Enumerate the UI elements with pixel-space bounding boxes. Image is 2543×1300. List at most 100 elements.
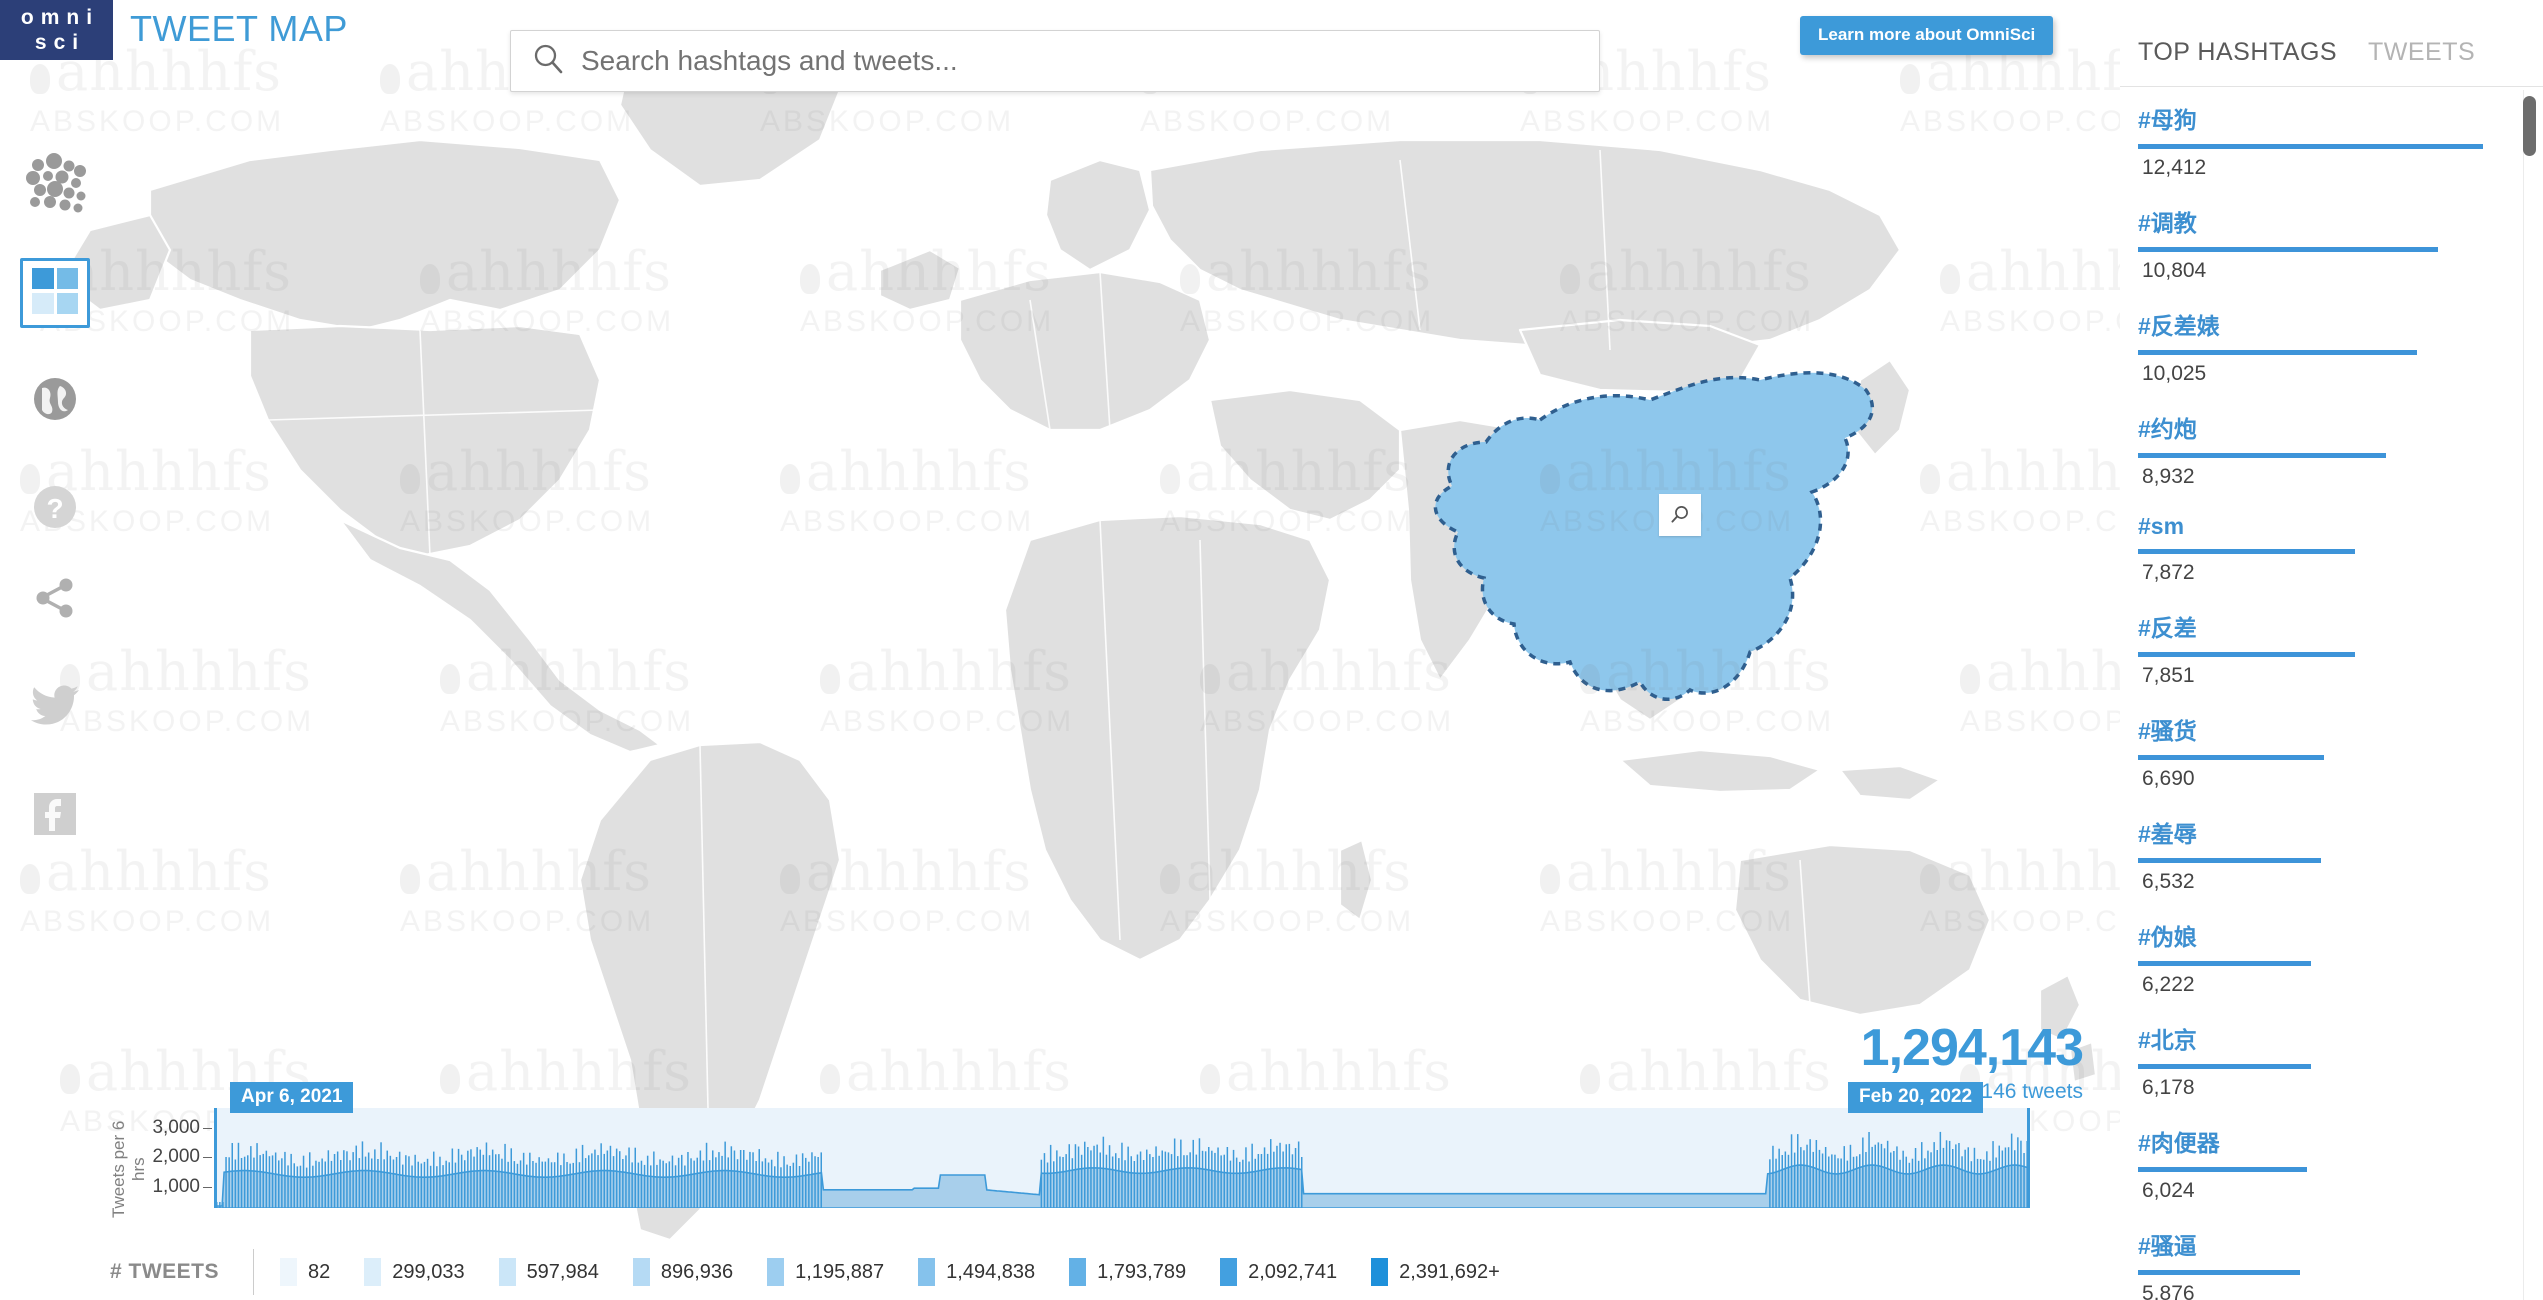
share-icon: [31, 574, 79, 627]
legend-label: 2,391,692+: [1399, 1260, 1500, 1283]
legend-item[interactable]: 2,092,741: [1220, 1258, 1337, 1286]
hashtag-row[interactable]: #羞辱 6,532: [2120, 815, 2543, 894]
search-icon: [531, 42, 565, 81]
hashtag-value: 6,024: [2142, 1179, 2195, 1202]
legend-swatch: [280, 1258, 298, 1286]
sidebar-item-point-map[interactable]: [20, 150, 90, 220]
share-button[interactable]: [25, 570, 85, 630]
sidebar-item-help[interactable]: ?: [20, 474, 90, 544]
tab-top-hashtags[interactable]: TOP HASHTAGS: [2138, 38, 2337, 67]
hashtag-row[interactable]: #约炮 8,932: [2120, 410, 2543, 489]
hashtag-bar-track: [2138, 1270, 2483, 1275]
search-bar[interactable]: [510, 30, 1600, 92]
timeline-start-date[interactable]: Apr 6, 2021: [230, 1082, 354, 1113]
legend-title: # TWEETS: [110, 1249, 255, 1295]
legend-label: 1,793,789: [1097, 1260, 1187, 1283]
hashtag-bar-track: [2138, 1064, 2483, 1069]
hashtag-bar: [2138, 1064, 2311, 1069]
right-panel: TOP HASHTAGS TWEETS #母狗 12,412 #调教 10,804 #反…: [2120, 0, 2543, 1300]
help-icon: ?: [28, 480, 82, 539]
timeline-handle-right[interactable]: [2027, 1108, 2030, 1208]
legend-label: 597,984: [526, 1260, 599, 1283]
hashtag-bar-track: [2138, 453, 2483, 458]
learn-more-button[interactable]: Learn more about OmniSci: [1800, 16, 2054, 55]
hashtag-value: 5,876: [2142, 1282, 2195, 1300]
magnifier-icon: [1671, 506, 1688, 523]
legend-item[interactable]: 1,494,838: [918, 1258, 1035, 1286]
hashtag-bar: [2138, 1167, 2308, 1172]
hashtag-label[interactable]: #母狗: [2138, 101, 2483, 135]
hashtag-bar: [2138, 652, 2356, 657]
legend-item[interactable]: 1,793,789: [1069, 1258, 1186, 1286]
legend-label: 299,033: [392, 1260, 465, 1283]
social-links: [0, 570, 110, 894]
timeline-sparkline: [213, 1108, 2031, 1209]
hashtag-row[interactable]: #反差 7,851: [2120, 609, 2543, 688]
timeline-end-date[interactable]: Feb 20, 2022: [1848, 1082, 1984, 1113]
legend-item[interactable]: 2,391,692+: [1371, 1258, 1500, 1286]
omnisci-logo[interactable]: omni sci: [0, 0, 113, 60]
legend-item[interactable]: 82: [280, 1258, 330, 1286]
hashtag-label[interactable]: #肉便器: [2138, 1124, 2483, 1158]
facebook-icon: [32, 791, 78, 842]
hashtag-row[interactable]: #反差婊 10,025: [2120, 307, 2543, 386]
hashtag-row[interactable]: #sm 7,872: [2120, 513, 2543, 585]
hashtag-bar-track: [2138, 1167, 2483, 1172]
legend-swatch: [364, 1258, 382, 1286]
hashtag-bar: [2138, 453, 2387, 458]
hashtag-row[interactable]: #北京 6,178: [2120, 1021, 2543, 1100]
hashtag-list[interactable]: #母狗 12,412 #调教 10,804 #反差婊 10,025 #约炮 8,932 #sm 7…: [2120, 87, 2543, 1300]
hashtag-label[interactable]: #骚货: [2138, 712, 2483, 746]
sidebar-item-choropleth-map[interactable]: [20, 258, 90, 328]
hashtag-value: 6,690: [2142, 767, 2195, 790]
twitter-icon: [30, 684, 80, 733]
legend-item[interactable]: 299,033: [364, 1258, 465, 1286]
legend-item[interactable]: 1,195,887: [767, 1258, 884, 1286]
hashtag-label[interactable]: #sm: [2138, 513, 2483, 540]
panel-scrollbar-thumb[interactable]: [2523, 96, 2536, 156]
hashtag-label[interactable]: #调教: [2138, 204, 2483, 238]
legend-item[interactable]: 597,984: [498, 1258, 599, 1286]
hashtag-label[interactable]: #北京: [2138, 1021, 2483, 1055]
map-zoom-to-selection-button[interactable]: [1659, 494, 1701, 536]
hashtag-label[interactable]: #反差: [2138, 609, 2483, 643]
hashtag-row[interactable]: #伪娘 6,222: [2120, 918, 2543, 997]
hashtag-bar: [2138, 144, 2483, 149]
legend-swatch: [1220, 1258, 1238, 1286]
map-selected-country-china: [1433, 371, 1875, 701]
hashtag-bar-track: [2138, 858, 2483, 863]
timeline-chart[interactable]: Tweets per 6 hrs 3,000 2,000 1,000 Apr 6…: [109, 1082, 2031, 1226]
hashtag-label[interactable]: #约炮: [2138, 410, 2483, 444]
hashtag-row[interactable]: #骚逼 5,876: [2120, 1227, 2543, 1300]
timeline-y-axis-label: Tweets per 6 hrs: [109, 1120, 148, 1218]
hashtag-bar-track: [2138, 961, 2483, 966]
hashtag-row[interactable]: #母狗 12,412: [2120, 101, 2543, 180]
legend-label: 1,195,887: [795, 1260, 885, 1283]
search-input[interactable]: [581, 31, 1599, 91]
hashtag-row[interactable]: #骚货 6,690: [2120, 712, 2543, 791]
hashtag-bar: [2138, 247, 2439, 252]
hashtag-row[interactable]: #调教 10,804: [2120, 204, 2543, 283]
sidebar-item-globe-view[interactable]: [20, 366, 90, 436]
tweet-count-value: 1,294,143: [1860, 1019, 2084, 1077]
facebook-button[interactable]: [25, 786, 85, 846]
tab-tweets[interactable]: TWEETS: [2368, 38, 2475, 67]
legend-item[interactable]: 896,936: [632, 1258, 733, 1286]
hashtag-label[interactable]: #反差婊: [2138, 307, 2483, 341]
panel-scrollbar-track[interactable]: [2523, 90, 2537, 1300]
map-mode-toolbar: ?: [0, 150, 110, 582]
hashtag-label[interactable]: #伪娘: [2138, 918, 2483, 952]
svg-text:?: ?: [46, 493, 63, 524]
hashtag-row[interactable]: #肉便器 6,024: [2120, 1124, 2543, 1203]
hashtag-bar-track: [2138, 144, 2483, 149]
twitter-button[interactable]: [25, 678, 85, 738]
timeline-plot[interactable]: [213, 1108, 2031, 1209]
logo-line-2: sci: [34, 31, 86, 54]
choropleth-icon: [30, 266, 80, 321]
legend-label: 82: [308, 1260, 331, 1283]
timeline-handle-left[interactable]: [214, 1108, 217, 1208]
hashtag-bar-track: [2138, 755, 2483, 760]
hashtag-label[interactable]: #骚逼: [2138, 1227, 2483, 1261]
logo-line-1: omni: [20, 6, 100, 29]
hashtag-label[interactable]: #羞辱: [2138, 815, 2483, 849]
